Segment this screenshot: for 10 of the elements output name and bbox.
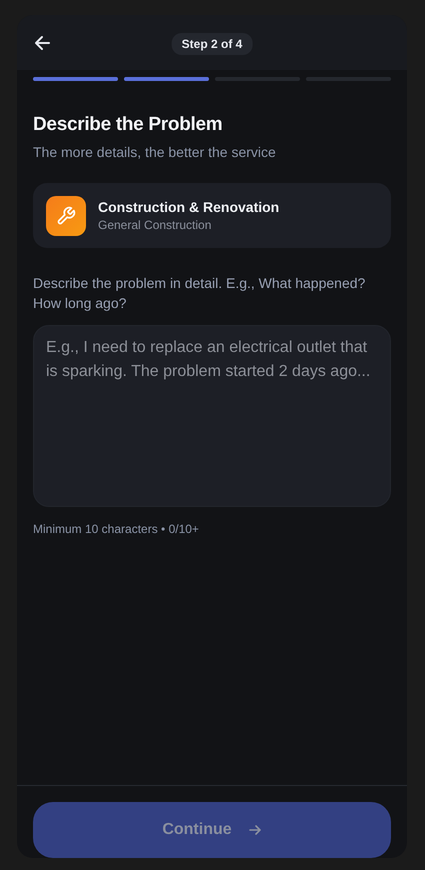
page-title: Describe the Problem	[33, 114, 224, 136]
category-name: Construction & Renovation	[98, 199, 280, 215]
wrench-icon	[46, 196, 86, 236]
arrow-icon	[248, 823, 262, 837]
subcategory-name: General Construction	[98, 218, 212, 232]
description-field[interactable]: E.g., I need to replace an electrical outlet that is sparking. The problem started 2 days ago...	[33, 325, 391, 507]
step-badge: Step 2 of 4	[172, 33, 252, 55]
field-label: Describe the problem in detail. E.g., What happened? How long ago?	[33, 274, 366, 313]
character-hint: Minimum 10 characters • 0/10+	[33, 522, 200, 536]
page-subtitle: The more details, the better the service	[33, 144, 277, 160]
